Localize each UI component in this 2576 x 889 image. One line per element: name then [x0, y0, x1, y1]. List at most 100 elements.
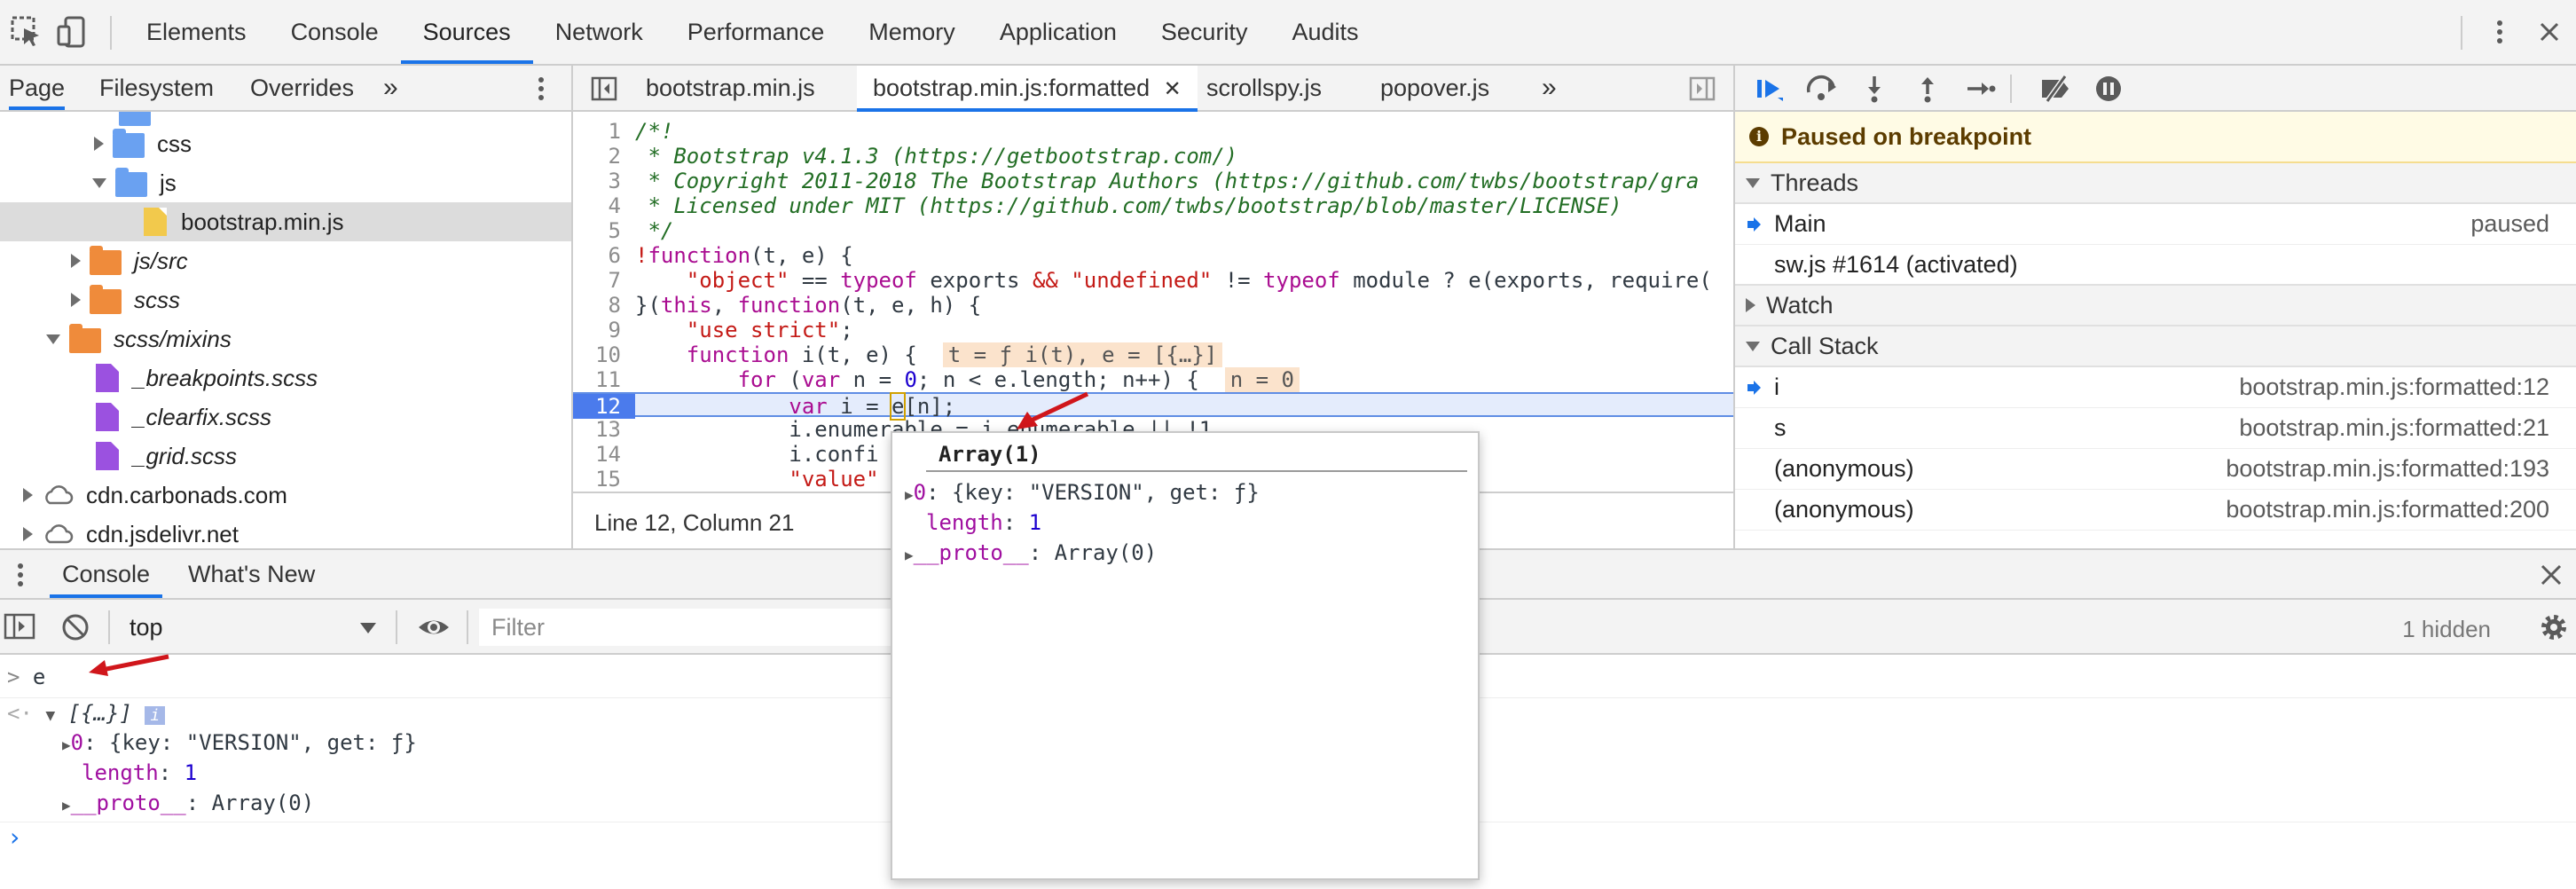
- drawer-tab-console[interactable]: Console: [50, 550, 163, 598]
- tree-item-js[interactable]: js: [0, 163, 571, 202]
- close-tab-icon[interactable]: ✕: [1164, 77, 1182, 101]
- tree-item-breakpoints-scss[interactable]: _breakpoints.scss: [0, 358, 571, 397]
- expand-arrow-icon[interactable]: ▼: [45, 706, 55, 725]
- console-filter-input[interactable]: [479, 609, 896, 646]
- tree-item-cdn-jsdelivr[interactable]: cdn.jsdelivr.net: [0, 515, 571, 547]
- popover-property-row[interactable]: ▶__proto__: Array(0): [905, 538, 1157, 570]
- call-frame-row[interactable]: s bootstrap.min.js:formatted:21: [1735, 408, 2576, 449]
- pause-on-exceptions-icon[interactable]: [2093, 75, 2124, 103]
- tab-network[interactable]: Network: [533, 0, 665, 64]
- tree-item-cdn-carbonads[interactable]: cdn.carbonads.com: [0, 476, 571, 515]
- code-line: 1/*!: [608, 119, 674, 144]
- tree-item-bootstrap-min-js[interactable]: bootstrap.min.js: [0, 202, 571, 241]
- drawer-menu-icon[interactable]: [9, 559, 32, 591]
- expand-arrow-icon[interactable]: [94, 137, 104, 151]
- inspect-element-icon[interactable]: [9, 14, 44, 50]
- popover-property-row[interactable]: ▶0: {key: "VERSION", get: ƒ}: [905, 477, 1260, 510]
- tab-sources[interactable]: Sources: [400, 0, 533, 64]
- tree-item-label: _clearfix.scss: [133, 403, 272, 430]
- javascript-context-select[interactable]: top: [115, 610, 381, 644]
- code-line: 6 !function(t, e) {: [608, 243, 853, 268]
- expand-arrow-icon[interactable]: [71, 293, 81, 307]
- live-expression-eye-icon[interactable]: [417, 612, 451, 642]
- step-into-icon[interactable]: [1859, 75, 1889, 103]
- tree-item-label: _breakpoints.scss: [133, 364, 318, 391]
- editor-tab-label: bootstrap.min.js:formatted: [873, 75, 1151, 101]
- property-value: {key: "VERSION", get: ƒ}: [952, 480, 1260, 505]
- tree-item-scss-mixins[interactable]: scss/mixins: [0, 319, 571, 358]
- tab-console[interactable]: Console: [269, 0, 401, 64]
- info-badge[interactable]: i: [145, 706, 166, 725]
- expand-arrow-icon[interactable]: ▶: [62, 797, 71, 814]
- property-value: 1: [1028, 510, 1042, 535]
- call-frame-row[interactable]: (anonymous) bootstrap.min.js:formatted:1…: [1735, 449, 2576, 490]
- tree-item-label: bootstrap.min.js: [181, 208, 344, 235]
- call-frame-row[interactable]: i bootstrap.min.js:formatted:12: [1735, 367, 2576, 408]
- tab-memory[interactable]: Memory: [846, 0, 978, 64]
- step-icon[interactable]: [1966, 75, 1996, 103]
- toggle-navigator-icon[interactable]: [591, 76, 617, 101]
- tab-page[interactable]: Page: [9, 66, 66, 110]
- frame-location[interactable]: bootstrap.min.js:formatted:21: [2239, 414, 2549, 442]
- tree-item-css[interactable]: css: [0, 124, 571, 163]
- tab-application[interactable]: Application: [978, 0, 1139, 64]
- tab-security[interactable]: Security: [1139, 0, 1270, 64]
- tab-filesystem[interactable]: Filesystem: [99, 66, 214, 110]
- drawer-tab-whats-new[interactable]: What's New: [188, 550, 315, 598]
- result-arrow-icon: <·: [7, 701, 33, 726]
- editor-tab-bootstrap-formatted[interactable]: bootstrap.min.js:formatted ✕: [857, 66, 1198, 112]
- step-over-icon[interactable]: [1804, 75, 1836, 103]
- tab-performance[interactable]: Performance: [665, 0, 847, 64]
- tree-item-label: scss: [134, 286, 180, 313]
- property-key: length: [82, 760, 159, 785]
- show-sidebar-icon[interactable]: [4, 612, 35, 641]
- threads-section-header[interactable]: Threads: [1735, 163, 2576, 204]
- tree-item-js-src[interactable]: js/src: [0, 241, 571, 280]
- more-options-icon[interactable]: [2484, 16, 2516, 48]
- code-line: 10 function i(t, e) { t = ƒ i(t), e = [{…: [573, 342, 1733, 367]
- tree-item-label: cdn.carbonads.com: [86, 481, 287, 508]
- editor-tab-bootstrap-min-js[interactable]: bootstrap.min.js: [646, 66, 815, 110]
- tab-overrides[interactable]: Overrides: [250, 66, 354, 110]
- tab-elements[interactable]: Elements: [124, 0, 269, 64]
- watch-section-header[interactable]: Watch: [1735, 286, 2576, 326]
- console-settings-gear-icon[interactable]: [2539, 612, 2569, 642]
- call-frame-row[interactable]: (anonymous) bootstrap.min.js:formatted:2…: [1735, 490, 2576, 531]
- frame-location[interactable]: bootstrap.min.js:formatted:193: [2226, 455, 2549, 483]
- tree-item-grid-scss[interactable]: _grid.scss: [0, 437, 571, 476]
- expand-arrow-icon[interactable]: ▶: [62, 736, 71, 753]
- clear-console-icon[interactable]: [60, 612, 90, 642]
- frame-location[interactable]: bootstrap.min.js:formatted:200: [2226, 496, 2549, 523]
- toggle-debugger-icon[interactable]: [1689, 76, 1716, 101]
- thread-row[interactable]: Main paused: [1735, 204, 2576, 245]
- frame-function: (anonymous): [1774, 455, 1914, 482]
- expand-arrow-icon[interactable]: [23, 488, 33, 502]
- frame-location[interactable]: bootstrap.min.js:formatted:12: [2239, 374, 2549, 401]
- thread-row[interactable]: sw.js #1614 (activated): [1735, 245, 2576, 286]
- collapse-arrow-icon[interactable]: [92, 177, 106, 188]
- expand-arrow-icon[interactable]: [23, 527, 33, 541]
- call-stack-section-header[interactable]: Call Stack: [1735, 326, 2576, 367]
- breakpoint-marker[interactable]: 12: [573, 394, 635, 419]
- tab-audits[interactable]: Audits: [1269, 0, 1380, 64]
- deactivate-breakpoints-icon[interactable]: [2038, 75, 2069, 103]
- tree-item-clearfix-scss[interactable]: _clearfix.scss: [0, 397, 571, 437]
- more-tabs-button[interactable]: »: [383, 66, 398, 110]
- step-out-icon[interactable]: [1912, 75, 1943, 103]
- debugger-toolbar: [1735, 66, 2576, 112]
- collapse-arrow-icon[interactable]: [46, 334, 60, 344]
- navigator-menu-icon[interactable]: [527, 73, 555, 105]
- resume-icon[interactable]: [1755, 75, 1785, 103]
- close-drawer-icon[interactable]: [2537, 561, 2565, 589]
- more-editor-tabs-button[interactable]: »: [1542, 66, 1557, 110]
- device-toolbar-icon[interactable]: [55, 14, 90, 50]
- tree-item-scss[interactable]: scss: [0, 280, 571, 319]
- expand-arrow-icon[interactable]: [71, 254, 81, 268]
- console-command: e: [32, 665, 46, 689]
- expand-arrow-icon[interactable]: ▶: [905, 547, 914, 563]
- editor-tab-popover[interactable]: popover.js: [1380, 66, 1489, 110]
- expand-arrow-icon[interactable]: ▶: [905, 486, 914, 503]
- editor-tab-scrollspy[interactable]: scrollspy.js: [1206, 66, 1322, 110]
- js-file-icon: [144, 208, 167, 236]
- close-devtools-icon[interactable]: [2533, 16, 2565, 48]
